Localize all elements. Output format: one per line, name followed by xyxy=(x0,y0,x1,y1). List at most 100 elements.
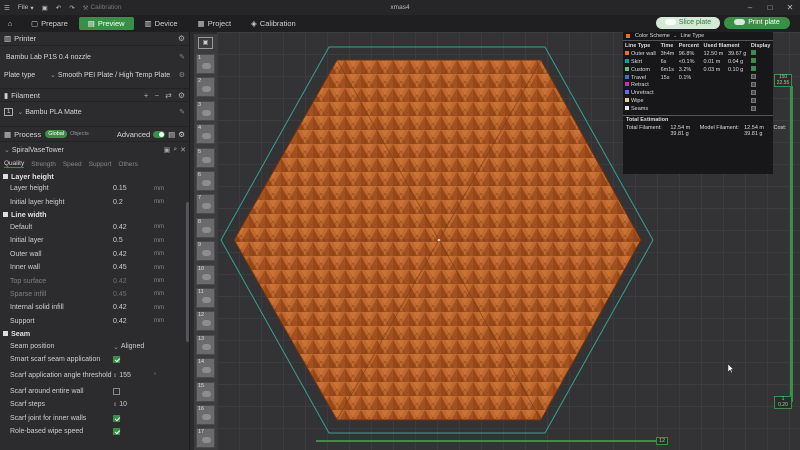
layer-thumbnail[interactable]: 2 xyxy=(196,77,215,98)
role-wipe-speed-checkbox[interactable] xyxy=(113,428,120,436)
edit-icon[interactable]: ✎ xyxy=(179,53,185,61)
layer-thumbnail[interactable]: 10 xyxy=(196,264,215,285)
close-icon[interactable]: ✕ xyxy=(180,146,186,154)
file-menu[interactable]: File ▾ xyxy=(14,4,38,12)
tab-others[interactable]: Others xyxy=(118,161,138,168)
layer-thumbnail[interactable]: 7 xyxy=(196,194,215,215)
layer-preview-icon xyxy=(202,156,211,163)
undo-button[interactable]: ↶ xyxy=(52,4,65,12)
slice-plate-button[interactable]: Slice plate xyxy=(656,17,720,29)
filament-item[interactable]: 1 ⌄ Bambu PLA Matte ✎ xyxy=(0,102,189,122)
layer-thumbnail[interactable]: 12 xyxy=(196,311,215,332)
home-button[interactable]: ⌂ xyxy=(0,17,20,30)
layer-thumbnail[interactable]: 9 xyxy=(196,241,215,262)
layer-thumbnail[interactable]: 17 xyxy=(196,428,215,449)
percent-cell xyxy=(677,89,702,97)
param-input[interactable]: 0.45 xyxy=(113,291,154,298)
fit-view-button[interactable]: ▣ xyxy=(198,37,213,49)
global-toggle[interactable]: Global xyxy=(45,130,68,138)
smart-scarf-checkbox[interactable] xyxy=(113,356,120,364)
search-icon[interactable]: ⌕ xyxy=(173,146,177,154)
layer-slider[interactable] xyxy=(790,86,793,402)
tab-quality[interactable]: Quality xyxy=(4,160,25,168)
param-input[interactable]: 0.42 xyxy=(113,224,154,231)
param-input[interactable]: 0.2 xyxy=(113,199,154,206)
layer-slider-bottom-label[interactable]: 1 0.20 xyxy=(774,396,792,409)
tab-calibration[interactable]: ◈ Calibration xyxy=(242,17,305,30)
edit-icon[interactable]: ✎ xyxy=(179,108,185,116)
redo-button[interactable]: ↷ xyxy=(65,4,78,12)
seam-position-select[interactable]: Aligned xyxy=(121,343,162,350)
layer-thumbnail[interactable]: 3 xyxy=(196,100,215,121)
display-checkbox[interactable] xyxy=(750,89,756,95)
print-plate-button[interactable]: Print plate xyxy=(724,17,790,29)
save-icon[interactable]: ▣ xyxy=(164,146,171,154)
param-input[interactable]: 0.42 xyxy=(113,278,154,285)
settings-icon[interactable]: ⚙ xyxy=(178,91,185,100)
param-input[interactable]: 0.5 xyxy=(113,237,154,244)
sidebar-scrollbar[interactable] xyxy=(186,202,189,342)
display-checkbox[interactable] xyxy=(750,81,756,87)
layer-thumbnail[interactable]: 6 xyxy=(196,171,215,191)
move-slider-label[interactable]: 12 xyxy=(656,437,669,445)
move-slider[interactable] xyxy=(316,440,656,442)
param-input[interactable]: 0.42 xyxy=(113,304,154,311)
tab-label: Prepare xyxy=(41,19,68,28)
process-preset[interactable]: ⌄ SpiralVaseTower ▣ ⌕ ✕ xyxy=(0,142,189,158)
scarf-entire-wall-checkbox[interactable] xyxy=(113,387,120,395)
layer-thumbnail[interactable]: 1 xyxy=(196,54,215,74)
color-scheme-select[interactable]: Line Type xyxy=(680,33,704,39)
param-input[interactable]: 0.15 xyxy=(113,185,154,192)
stepper-icon[interactable]: ⇕ xyxy=(113,372,117,380)
add-icon[interactable]: + xyxy=(144,91,149,100)
tab-strength[interactable]: Strength xyxy=(31,161,56,168)
sync-icon[interactable]: ⇄ xyxy=(165,91,172,100)
display-checkbox[interactable] xyxy=(750,97,756,103)
settings-icon[interactable]: ⚙ xyxy=(178,130,185,139)
tab-support[interactable]: Support xyxy=(89,161,112,168)
save-button[interactable]: ▣ xyxy=(38,4,52,12)
mouse-cursor-icon xyxy=(728,364,734,373)
param-input[interactable]: 0.42 xyxy=(113,318,154,325)
layer-thumbnail[interactable]: 8 xyxy=(196,217,215,238)
tab-device[interactable]: ▥ Device xyxy=(136,17,187,30)
layer-thumbnail[interactable]: 13 xyxy=(196,334,215,355)
param-input[interactable]: 0.42 xyxy=(113,251,154,258)
tab-project[interactable]: ▦ Project xyxy=(189,17,240,30)
layer-thumbnail[interactable]: 15 xyxy=(196,381,215,402)
tab-preview[interactable]: ▤ Preview xyxy=(78,17,134,30)
app-menu-button[interactable]: ☰ xyxy=(0,4,14,12)
param-input[interactable]: 0.45 xyxy=(113,264,154,271)
calibration-menu[interactable]: ⚒ Calibration xyxy=(79,4,126,12)
maximize-button[interactable]: □ xyxy=(760,0,780,15)
plate-settings-icon[interactable]: ⚙ xyxy=(179,71,185,79)
layer-thumbnail[interactable]: 4 xyxy=(196,124,215,145)
close-button[interactable]: ✕ xyxy=(780,0,800,15)
settings-icon[interactable]: ⚙ xyxy=(178,34,185,43)
tab-speed[interactable]: Speed xyxy=(63,161,82,168)
display-checkbox[interactable] xyxy=(750,105,756,111)
display-checkbox[interactable] xyxy=(750,50,756,56)
advanced-switch[interactable] xyxy=(153,131,166,138)
scarf-inner-walls-checkbox[interactable] xyxy=(113,414,120,422)
stepper-icon[interactable]: ⇕ xyxy=(113,402,117,408)
display-checkbox[interactable] xyxy=(750,58,756,64)
tab-prepare[interactable]: ▢ Prepare xyxy=(22,17,77,30)
layer-thumbnail[interactable]: 11 xyxy=(196,288,215,308)
chevron-down-icon: ⌄ xyxy=(4,147,10,154)
layer-preview-icon xyxy=(202,86,211,93)
layer-thumbnail[interactable]: 5 xyxy=(196,147,215,168)
printer-preset[interactable]: Bambu Lab P1S 0.4 nozzle ✎ xyxy=(0,46,189,68)
layer-slider-top-label[interactable]: 150 22.55 xyxy=(774,74,792,87)
time-cell: 3h4m xyxy=(660,50,675,57)
plate-type-select[interactable]: Smooth PEI Plate / High Temp Plate xyxy=(58,72,170,79)
minimize-button[interactable]: – xyxy=(740,0,760,15)
display-checkbox[interactable] xyxy=(750,74,756,79)
compare-icon[interactable]: ▤ xyxy=(168,130,175,139)
param-input[interactable]: 10 xyxy=(119,401,160,408)
layer-thumbnail[interactable]: 14 xyxy=(196,358,215,379)
objects-toggle[interactable]: Objects xyxy=(67,130,92,138)
layer-thumbnail[interactable]: 16 xyxy=(196,405,215,425)
display-checkbox[interactable] xyxy=(750,66,756,72)
remove-icon[interactable]: − xyxy=(154,91,159,100)
